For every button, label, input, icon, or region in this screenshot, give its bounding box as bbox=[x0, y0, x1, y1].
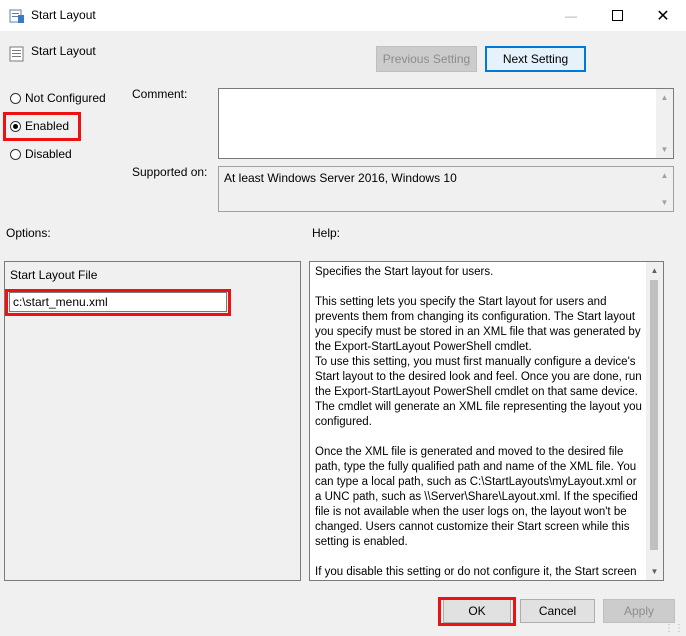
radio-label: Not Configured bbox=[25, 91, 106, 105]
enabled-highlight-box bbox=[3, 112, 81, 141]
supported-on-value: At least Windows Server 2016, Windows 10 bbox=[224, 171, 457, 185]
previous-setting-button[interactable]: Previous Setting bbox=[376, 46, 477, 72]
help-panel: Specifies the Start layout for users. Th… bbox=[309, 261, 664, 581]
help-label: Help: bbox=[312, 226, 341, 240]
apply-button[interactable]: Apply bbox=[603, 599, 675, 623]
comment-label: Comment: bbox=[132, 87, 188, 101]
cancel-button[interactable]: Cancel bbox=[520, 599, 595, 623]
help-text: Specifies the Start layout for users. Th… bbox=[315, 265, 643, 580]
help-paragraph: If you disable this setting or do not co… bbox=[315, 566, 637, 578]
supported-on-box: At least Windows Server 2016, Windows 10… bbox=[218, 166, 674, 212]
close-button[interactable]: ✕ bbox=[640, 0, 686, 31]
supported-on-label: Supported on: bbox=[132, 165, 208, 179]
scroll-up-icon[interactable]: ▲ bbox=[656, 167, 673, 184]
ok-highlight-box bbox=[438, 597, 516, 626]
close-icon: ✕ bbox=[656, 7, 670, 25]
input-highlight-box bbox=[5, 289, 231, 316]
radio-not-configured[interactable]: Not Configured bbox=[10, 91, 106, 105]
options-label: Options: bbox=[6, 226, 51, 240]
window-title: Start Layout bbox=[31, 8, 96, 22]
scroll-down-icon[interactable]: ▼ bbox=[656, 194, 673, 211]
minimize-button[interactable]: — bbox=[548, 0, 594, 31]
maximize-button[interactable] bbox=[594, 0, 640, 31]
radio-indicator bbox=[10, 148, 21, 160]
radio-disabled[interactable]: Disabled bbox=[10, 147, 72, 161]
comment-scrollbar[interactable]: ▲ ▼ bbox=[656, 89, 673, 158]
setting-icon bbox=[9, 46, 24, 62]
scroll-up-icon[interactable]: ▲ bbox=[656, 89, 673, 106]
next-setting-button[interactable]: Next Setting bbox=[485, 46, 586, 72]
start-layout-file-label: Start Layout File bbox=[10, 268, 98, 282]
help-scrollbar[interactable]: ▲ ▼ bbox=[646, 262, 663, 580]
scroll-down-icon[interactable]: ▼ bbox=[656, 141, 673, 158]
help-paragraph: This setting lets you specify the Start … bbox=[315, 296, 642, 428]
policy-icon bbox=[9, 9, 24, 23]
scroll-down-icon[interactable]: ▼ bbox=[646, 563, 663, 580]
supported-scrollbar[interactable]: ▲ ▼ bbox=[656, 167, 673, 211]
resize-grip-icon[interactable]: ⋮⋮ bbox=[664, 623, 684, 634]
help-paragraph: Once the XML file is generated and moved… bbox=[315, 446, 638, 548]
scroll-thumb[interactable] bbox=[650, 280, 658, 550]
radio-label: Disabled bbox=[25, 147, 72, 161]
setting-title: Start Layout bbox=[31, 44, 96, 58]
scroll-up-icon[interactable]: ▲ bbox=[646, 262, 663, 279]
help-paragraph: Specifies the Start layout for users. bbox=[315, 266, 494, 278]
title-bar: Start Layout — ✕ bbox=[0, 0, 686, 31]
radio-indicator bbox=[10, 92, 21, 104]
minimize-icon: — bbox=[565, 8, 577, 23]
maximize-icon bbox=[611, 10, 623, 21]
comment-textarea[interactable]: ▲ ▼ bbox=[218, 88, 674, 159]
